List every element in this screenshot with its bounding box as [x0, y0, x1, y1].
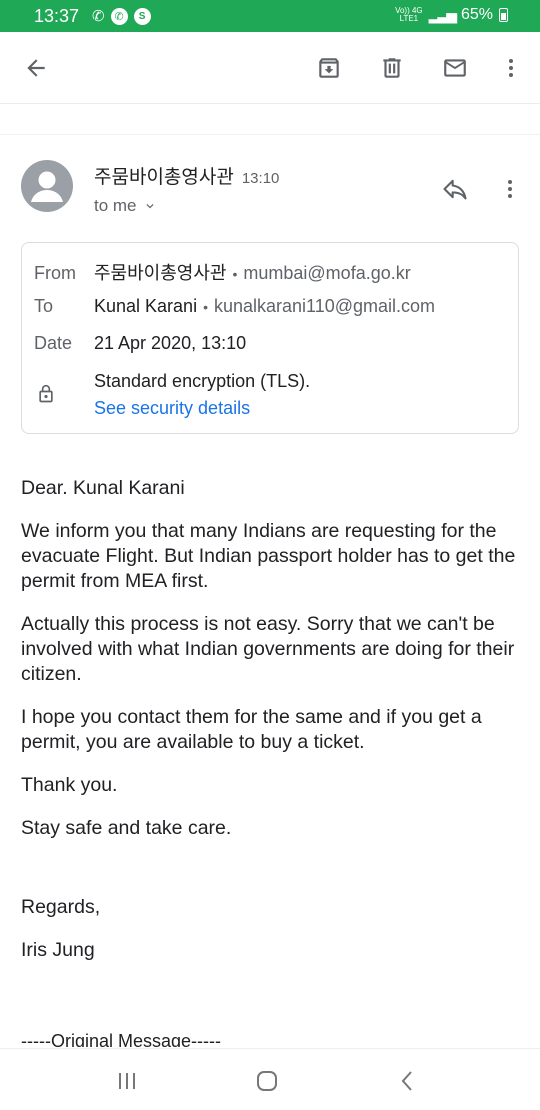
mark-unread-icon[interactable]: [437, 50, 473, 86]
top-toolbar: [0, 32, 540, 104]
from-row: From 주뭄바이총영사관 • mumbai@mofa.go.kr: [34, 259, 411, 285]
phone-icon: ✆: [92, 8, 105, 25]
message-time: 13:10: [241, 170, 280, 187]
avatar[interactable]: [21, 160, 73, 212]
back-icon[interactable]: [18, 50, 54, 86]
recipients-toggle[interactable]: to me: [94, 196, 157, 216]
date-row: Date 21 Apr 2020, 13:10: [34, 333, 246, 354]
message-header: 주뭄바이총영사관 13:10 to me: [0, 150, 540, 230]
stay-safe-line: Stay safe and take care.: [21, 817, 232, 839]
reply-icon[interactable]: [440, 175, 474, 203]
from-name: 주뭄바이총영사관: [94, 263, 227, 283]
status-right: Vo)) 4G LTE1 ▂▃▅ 65%: [395, 6, 508, 24]
to-label: To: [34, 296, 54, 316]
signal-icon: ▂▃▅: [428, 6, 457, 23]
to-me-label: to me: [94, 196, 137, 215]
app-notification-icon: S: [133, 7, 151, 25]
to-email[interactable]: kunalkarani110@gmail.com: [214, 296, 435, 317]
body-paragraph-2: Actually this process is not easy. Sorry…: [21, 613, 515, 685]
delete-icon[interactable]: [374, 50, 410, 86]
separator-dot: •: [232, 266, 238, 282]
signature: Iris Jung: [21, 939, 95, 961]
more-vert-icon[interactable]: [493, 50, 529, 86]
status-time: 13:37: [34, 6, 80, 26]
lock-icon: [36, 383, 56, 405]
message-body: Dear. Kunal Karani We inform you that ma…: [21, 476, 526, 981]
date-label: Date: [34, 333, 73, 353]
security-details-link[interactable]: See security details: [94, 398, 250, 419]
sender-name[interactable]: 주뭄바이총영사관: [94, 162, 234, 189]
body-paragraph-1: We inform you that many Indians are requ…: [21, 520, 516, 592]
battery-percent: 65%: [460, 6, 493, 23]
system-nav-bar: [0, 1048, 540, 1110]
date-value: 21 Apr 2020, 13:10: [94, 333, 247, 353]
sender-line: 주뭄바이총영사관 13:10: [94, 162, 279, 189]
nav-back-icon[interactable]: [392, 1069, 422, 1093]
battery-icon: [499, 8, 508, 22]
body-paragraph-3: I hope you contact them for the same and…: [21, 706, 482, 753]
home-icon[interactable]: [252, 1069, 282, 1093]
message-more-icon[interactable]: [498, 174, 522, 204]
thanks-line: Thank you.: [21, 774, 118, 796]
from-email[interactable]: mumbai@mofa.go.kr: [243, 263, 410, 284]
original-message-marker: -----Original Message-----: [21, 1031, 222, 1047]
whatsapp-icon: ✆: [110, 7, 128, 25]
to-name: Kunal Karani: [94, 296, 198, 316]
divider: [0, 134, 540, 135]
message-details-card: From 주뭄바이총영사관 • mumbai@mofa.go.kr To Kun…: [21, 242, 519, 434]
chevron-down-icon: [146, 204, 154, 209]
status-bar: 13:37 ✆ ✆ S Vo)) 4G LTE1 ▂▃▅ 65%: [0, 0, 540, 32]
recents-icon[interactable]: [112, 1069, 142, 1093]
encryption-text: Standard encryption (TLS).: [94, 371, 311, 391]
greeting: Dear. Kunal Karani: [21, 477, 185, 499]
notification-icons: ✆ ✆ S: [92, 7, 151, 25]
to-row: To Kunal Karani • kunalkarani110@gmail.c…: [34, 296, 435, 317]
regards-line: Regards,: [21, 896, 101, 918]
network-indicator: Vo)) 4G LTE1: [395, 6, 423, 23]
archive-icon[interactable]: [311, 50, 347, 86]
from-label: From: [34, 263, 76, 283]
separator-dot: •: [203, 299, 208, 315]
